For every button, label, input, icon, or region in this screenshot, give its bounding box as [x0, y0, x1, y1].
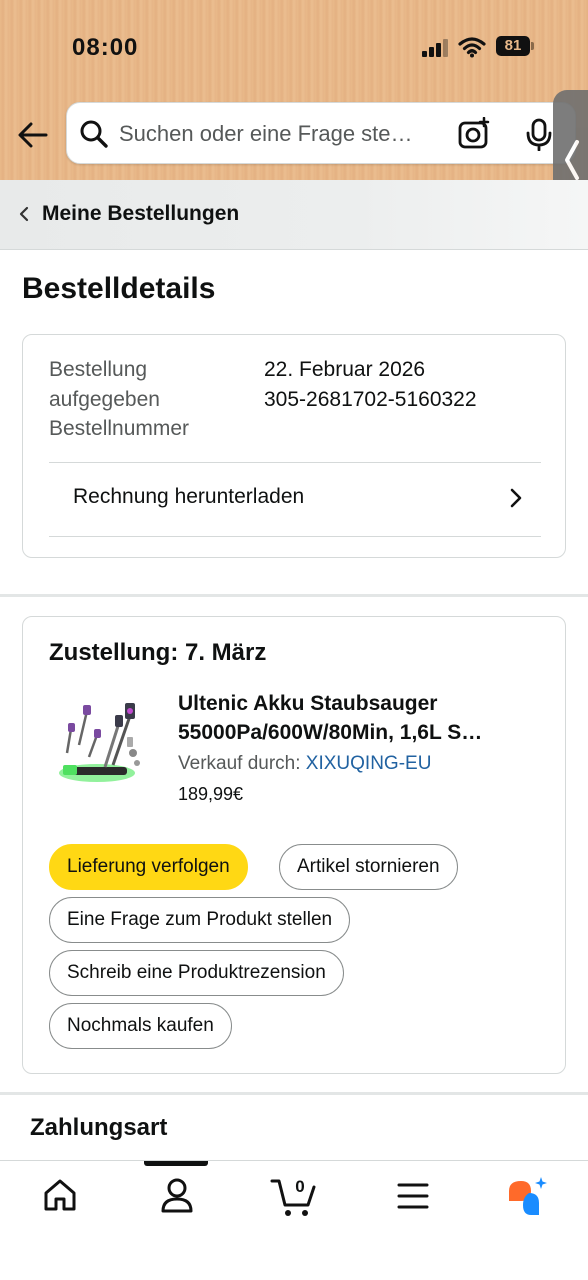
delivery-card: Zustellung: 7. März Ultenic Akku Staubsa…	[22, 616, 566, 1074]
active-tab-indicator	[144, 1161, 208, 1166]
section-separator	[0, 1092, 588, 1095]
nav-home[interactable]	[40, 1175, 100, 1219]
product-price: 189,99€	[178, 784, 244, 804]
track-delivery-button[interactable]: Lieferung verfolgen	[49, 844, 248, 890]
account-icon	[161, 1178, 193, 1213]
status-time: 08:00	[72, 34, 139, 61]
nav-cart[interactable]: 0	[270, 1175, 330, 1219]
search-icon	[80, 120, 108, 148]
breadcrumb-bar: Meine Bestellungen	[0, 180, 588, 250]
chevron-right-icon	[510, 488, 522, 508]
battery-tip	[531, 42, 534, 50]
payment-method-title: Zahlungsart	[30, 1114, 168, 1141]
camera-search-icon[interactable]	[457, 117, 491, 151]
chevron-left-icon	[565, 140, 579, 180]
seller-prefix: Verkauf durch:	[178, 753, 306, 774]
product-title-line-1: Ultenic Akku Staubsauger	[178, 692, 438, 715]
cellular-signal-icon	[422, 39, 448, 57]
back-arrow-icon[interactable]	[16, 118, 50, 152]
section-separator	[0, 594, 588, 597]
nav-rufus[interactable]	[507, 1175, 567, 1219]
order-placed-value: 22. Februar 2026	[264, 358, 426, 381]
divider	[49, 536, 541, 537]
order-info-labels: Bestellung aufgegeben Bestellnummer	[49, 355, 249, 444]
battery-level: 81	[496, 36, 530, 56]
order-info-values: 22. Februar 2026 305-2681702-5160322	[264, 355, 477, 414]
menu-icon	[397, 1183, 429, 1209]
ask-question-button[interactable]: Eine Frage zum Produkt stellen	[49, 897, 351, 943]
cart-count: 0	[295, 1177, 305, 1196]
app-header: 08:00 81	[0, 0, 588, 180]
download-invoice-label: Rechnung herunterladen	[73, 485, 305, 508]
seller-info: Verkauf durch: XIXUQING-EU	[178, 753, 431, 775]
search-input[interactable]	[119, 117, 449, 151]
delivery-date-title: Zustellung: 7. März	[49, 639, 267, 666]
chevron-left-icon	[19, 206, 29, 222]
product-image[interactable]	[57, 693, 143, 789]
seller-link[interactable]: XIXUQING-EU	[306, 753, 432, 774]
battery-icon: 81	[496, 36, 536, 58]
wifi-icon	[458, 37, 486, 58]
bottom-navigation: 0	[0, 1160, 588, 1280]
nav-menu[interactable]	[395, 1175, 455, 1219]
download-invoice-row[interactable]: Rechnung herunterladen	[49, 463, 541, 537]
cancel-item-button[interactable]: Artikel stornieren	[279, 844, 458, 890]
microphone-icon[interactable]	[522, 117, 556, 151]
order-placed-label: Bestellung aufgegeben	[49, 358, 160, 411]
product-title-line-2: 55000Pa/600W/80Min, 1,6L S…	[178, 721, 483, 744]
nav-account[interactable]	[157, 1175, 217, 1219]
status-bar: 08:00 81	[0, 28, 588, 68]
search-bar[interactable]	[66, 102, 576, 164]
breadcrumb-label: Meine Bestellungen	[42, 202, 240, 225]
breadcrumb-my-orders[interactable]: Meine Bestellungen	[18, 202, 239, 226]
rufus-assistant-icon	[509, 1177, 547, 1215]
order-info-card: Bestellung aufgegeben Bestellnummer 22. …	[22, 334, 566, 558]
order-number-value: 305-2681702-5160322	[264, 387, 477, 411]
order-number-label: Bestellnummer	[49, 417, 190, 440]
product-title[interactable]: Ultenic Akku Staubsauger 55000Pa/600W/80…	[178, 689, 548, 747]
home-icon	[44, 1179, 76, 1211]
write-review-button[interactable]: Schreib eine Produktrezension	[49, 950, 344, 996]
buy-again-button[interactable]: Nochmals kaufen	[49, 1003, 232, 1049]
page-title: Bestelldetails	[22, 272, 216, 305]
